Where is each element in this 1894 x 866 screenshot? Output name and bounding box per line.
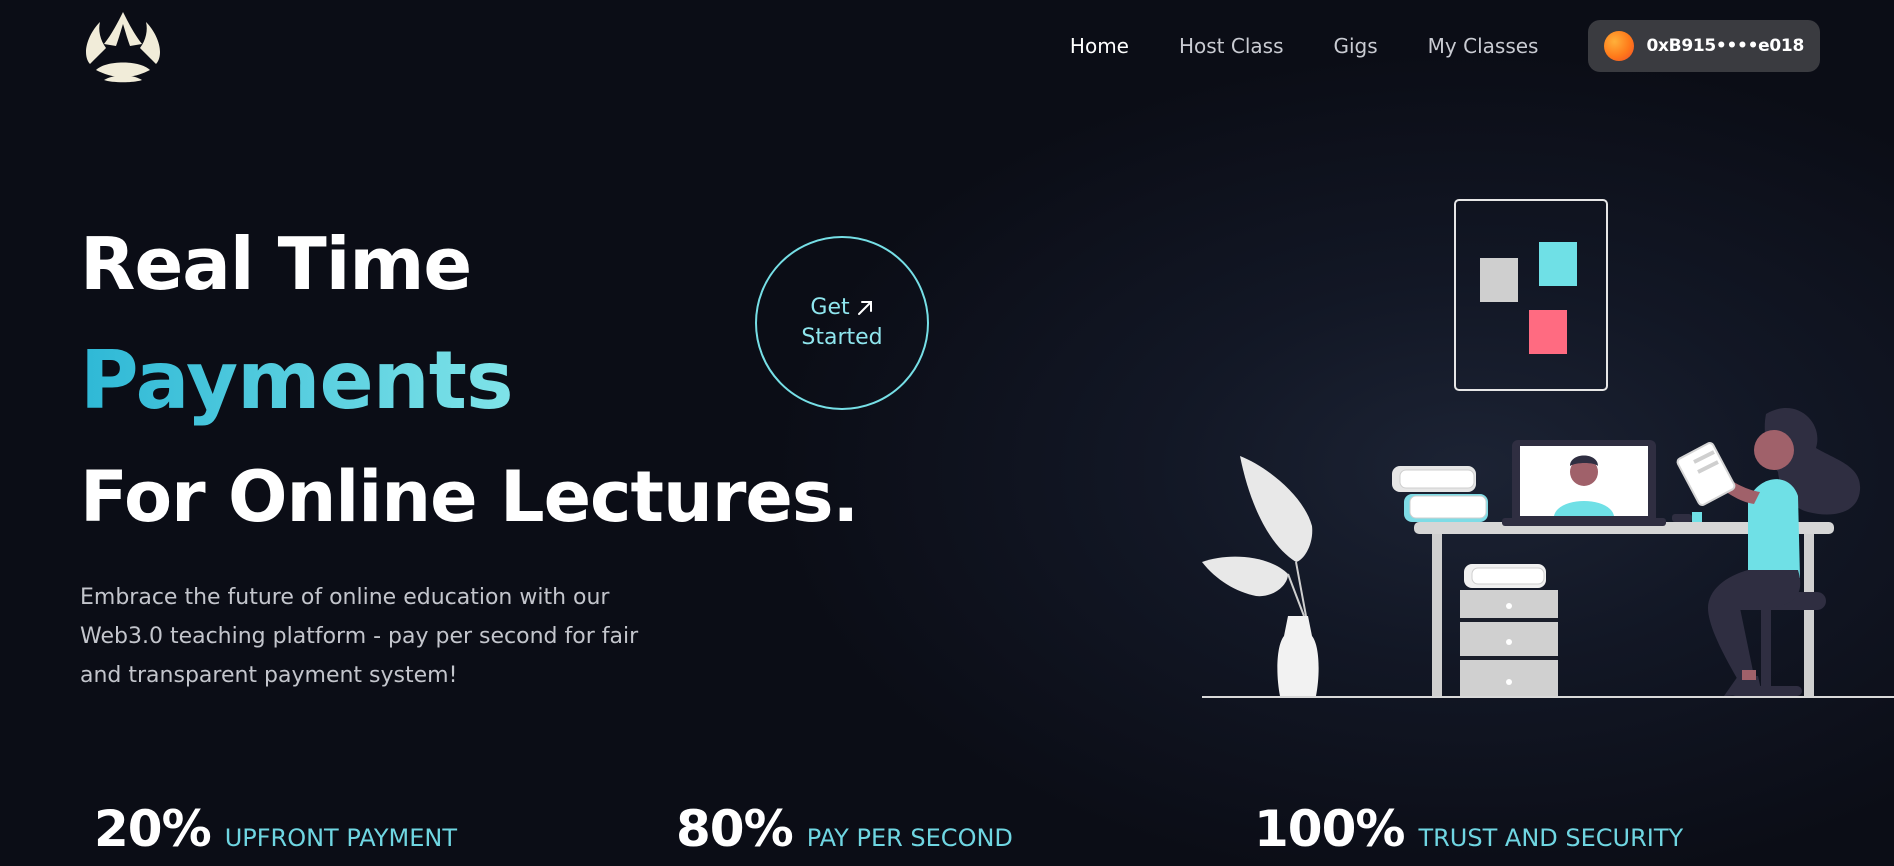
stat-value: 100% xyxy=(1254,800,1405,858)
wall-frame-icon xyxy=(1454,199,1608,391)
stat-label: UPFRONT PAYMENT xyxy=(224,824,457,852)
laptop-video-call-icon xyxy=(1502,440,1702,526)
hero-title-line1: Real Time xyxy=(80,222,472,306)
stat-pay-per-second: 80% PAY PER SECOND xyxy=(676,800,1013,858)
arrow-up-right-icon xyxy=(857,301,872,315)
stat-value: 20% xyxy=(94,800,212,858)
get-started-label-line2: Started xyxy=(801,325,883,350)
book-stack-icon xyxy=(1392,466,1488,522)
stat-trust-and-security: 100% TRUST AND SECURITY xyxy=(1254,800,1683,858)
student-reading-icon xyxy=(1676,408,1861,696)
wallet-avatar-icon xyxy=(1604,31,1635,61)
nav-my-classes[interactable]: My Classes xyxy=(1428,34,1539,58)
nav-home[interactable]: Home xyxy=(1070,34,1129,58)
hero-description: Embrace the future of online education w… xyxy=(80,585,639,688)
stat-label: PAY PER SECOND xyxy=(806,824,1013,852)
stat-label: TRUST AND SECURITY xyxy=(1418,824,1684,852)
online-lecture-illustration xyxy=(1202,199,1894,698)
get-started-label-line1: Get xyxy=(810,295,850,320)
stat-value: 80% xyxy=(676,800,794,858)
wallet-address: 0xB915••••e018 xyxy=(1646,36,1804,56)
main-nav: Home Host Class Gigs My Classes 0xB915••… xyxy=(1070,20,1820,72)
hero-title-highlight: Payments xyxy=(80,334,514,427)
hero-title-line3: For Online Lectures. xyxy=(80,456,859,538)
page: Home Host Class Gigs My Classes 0xB915••… xyxy=(0,0,1894,866)
brand-logo-icon[interactable] xyxy=(82,8,164,84)
get-started-button[interactable]: Get Started xyxy=(755,236,929,410)
nav-host-class[interactable]: Host Class xyxy=(1179,34,1284,58)
plant-icon xyxy=(1202,456,1319,696)
nav-gigs[interactable]: Gigs xyxy=(1334,34,1378,58)
wallet-button[interactable]: 0xB915••••e018 xyxy=(1588,20,1820,72)
stat-upfront-payment: 20% UPFRONT PAYMENT xyxy=(94,800,457,858)
